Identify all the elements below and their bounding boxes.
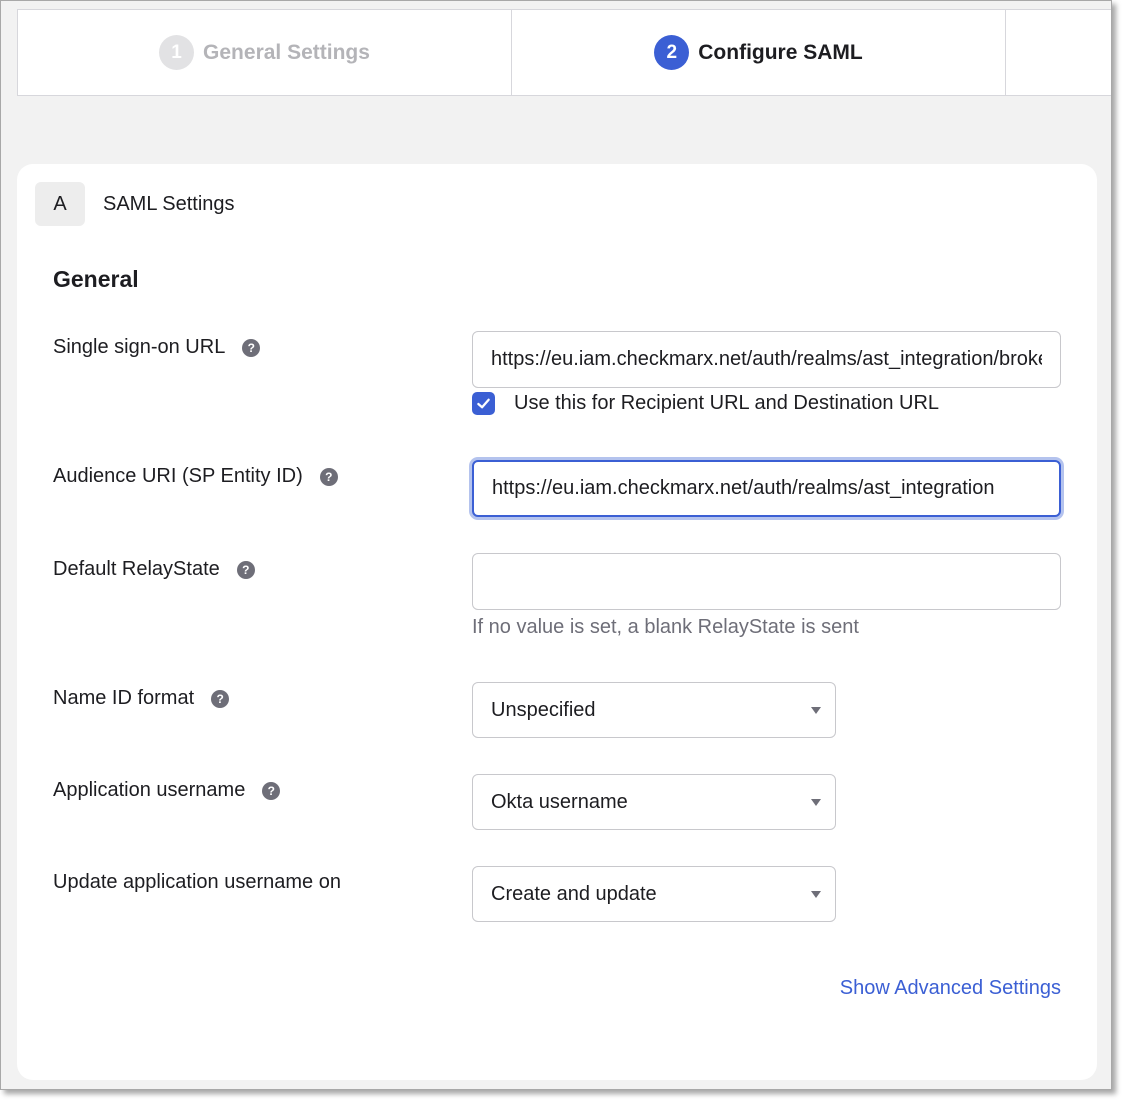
name-id-format-label-text: Name ID format — [53, 687, 195, 709]
name-id-format-label: Name ID format ? — [53, 687, 230, 710]
help-icon[interactable]: ? — [211, 689, 230, 708]
section-title: SAML Settings — [103, 192, 235, 215]
app-username-label: Application username ? — [53, 779, 281, 802]
show-advanced-settings-link[interactable]: Show Advanced Settings — [840, 977, 1061, 1000]
update-username-label-text: Update application username on — [53, 871, 341, 893]
sso-url-input[interactable] — [472, 331, 1061, 388]
help-icon[interactable]: ? — [319, 467, 338, 486]
saml-settings-card: A SAML Settings General Single sign-on U… — [17, 164, 1097, 1080]
step-next — [1006, 10, 1111, 95]
relay-state-input[interactable] — [472, 553, 1061, 610]
name-id-format-value: Unspecified — [491, 698, 596, 721]
recipient-url-checkbox[interactable] — [472, 392, 495, 415]
audience-uri-label: Audience URI (SP Entity ID) ? — [53, 465, 338, 488]
step-number-badge: 1 — [159, 35, 195, 70]
checkmark-icon — [477, 398, 490, 409]
step-configure-saml[interactable]: 2 Configure SAML — [512, 10, 1006, 95]
recipient-url-checkbox-row[interactable]: Use this for Recipient URL and Destinati… — [472, 392, 939, 415]
step-label: General Settings — [203, 40, 370, 64]
relay-state-label-text: Default RelayState — [53, 558, 220, 580]
section-header: A SAML Settings — [35, 182, 235, 226]
app-username-label-text: Application username — [53, 779, 246, 801]
app-username-select[interactable]: Okta username — [472, 774, 836, 830]
step-general-settings[interactable]: 1 General Settings — [18, 10, 512, 95]
wizard-stepper: 1 General Settings 2 Configure SAML — [17, 9, 1111, 96]
update-username-select[interactable]: Create and update — [472, 866, 836, 922]
update-username-label: Update application username on — [53, 871, 341, 894]
audience-uri-input[interactable] — [472, 460, 1061, 517]
step-number-badge: 2 — [654, 35, 690, 70]
sso-url-label-text: Single sign-on URL — [53, 336, 226, 358]
relay-state-label: Default RelayState ? — [53, 558, 255, 581]
section-badge: A — [35, 182, 85, 226]
sso-url-label: Single sign-on URL ? — [53, 336, 261, 359]
relay-state-hint: If no value is set, a blank RelayState i… — [472, 616, 859, 638]
group-title-general: General — [53, 266, 139, 292]
app-username-value: Okta username — [491, 790, 628, 813]
audience-uri-label-text: Audience URI (SP Entity ID) — [53, 465, 303, 487]
help-icon[interactable]: ? — [236, 560, 255, 579]
chevron-down-icon — [811, 890, 821, 898]
help-icon[interactable]: ? — [262, 781, 281, 800]
name-id-format-select[interactable]: Unspecified — [472, 682, 836, 738]
app-window: 1 General Settings 2 Configure SAML A SA… — [0, 0, 1112, 1090]
recipient-url-checkbox-label: Use this for Recipient URL and Destinati… — [514, 392, 940, 414]
update-username-value: Create and update — [491, 882, 657, 905]
chevron-down-icon — [811, 798, 821, 806]
step-label: Configure SAML — [698, 40, 863, 64]
help-icon[interactable]: ? — [242, 338, 261, 357]
chevron-down-icon — [811, 706, 821, 714]
